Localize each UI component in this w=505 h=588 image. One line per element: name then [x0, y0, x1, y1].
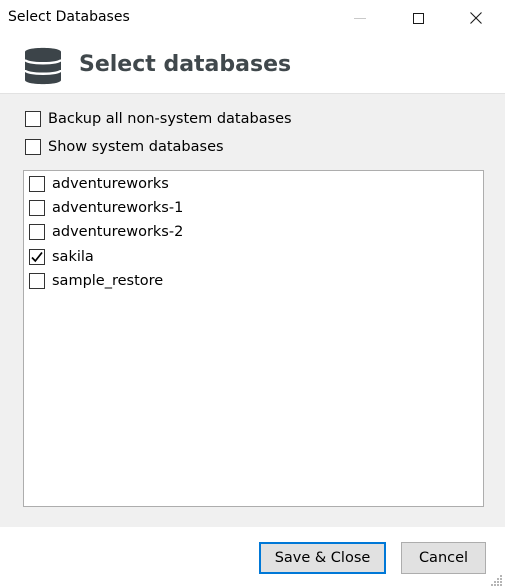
- backup-all-option[interactable]: Backup all non-system databases: [25, 111, 292, 127]
- cancel-button[interactable]: Cancel: [401, 542, 486, 574]
- maximize-button[interactable]: [395, 0, 441, 36]
- database-checkbox[interactable]: [29, 176, 45, 192]
- database-item-adventureworks-1[interactable]: adventureworks-1: [29, 200, 183, 216]
- show-system-label: Show system databases: [48, 139, 224, 155]
- window-title: Select Databases: [8, 9, 130, 25]
- show-system-checkbox[interactable]: [25, 139, 41, 155]
- backup-all-checkbox[interactable]: [25, 111, 41, 127]
- minimize-icon: [354, 17, 366, 19]
- database-label: adventureworks: [52, 176, 169, 192]
- database-list[interactable]: adventureworks adventureworks-1 adventur…: [23, 170, 484, 507]
- show-system-option[interactable]: Show system databases: [25, 139, 224, 155]
- database-item-adventureworks[interactable]: adventureworks: [29, 176, 169, 192]
- database-label: sample_restore: [52, 273, 164, 289]
- dialog-header: Select databases: [0, 36, 505, 93]
- database-checkbox[interactable]: [29, 273, 45, 289]
- dialog-heading: Select databases: [79, 52, 292, 77]
- title-bar: Select Databases: [0, 0, 505, 36]
- database-checkbox[interactable]: [29, 224, 45, 240]
- database-label: sakila: [52, 249, 94, 265]
- database-item-adventureworks-2[interactable]: adventureworks-2: [29, 224, 183, 240]
- dialog-footer: Save & Close Cancel: [0, 527, 505, 588]
- resize-grip-icon[interactable]: [491, 574, 503, 586]
- close-button[interactable]: [453, 0, 499, 36]
- database-checkbox[interactable]: [29, 200, 45, 216]
- close-icon: [470, 12, 482, 24]
- database-checkbox[interactable]: [29, 249, 45, 265]
- maximize-icon: [412, 12, 424, 24]
- database-item-sample-restore[interactable]: sample_restore: [29, 273, 163, 289]
- backup-all-label: Backup all non-system databases: [48, 111, 292, 127]
- minimize-button[interactable]: [337, 0, 383, 36]
- database-label: adventureworks-1: [52, 200, 184, 216]
- database-item-sakila[interactable]: sakila: [29, 249, 94, 265]
- database-label: adventureworks-2: [52, 224, 184, 240]
- dialog-content: Backup all non-system databases Show sys…: [0, 93, 505, 527]
- save-close-button[interactable]: Save & Close: [259, 542, 386, 574]
- database-icon: [24, 47, 62, 85]
- checkmark-icon: [31, 251, 43, 263]
